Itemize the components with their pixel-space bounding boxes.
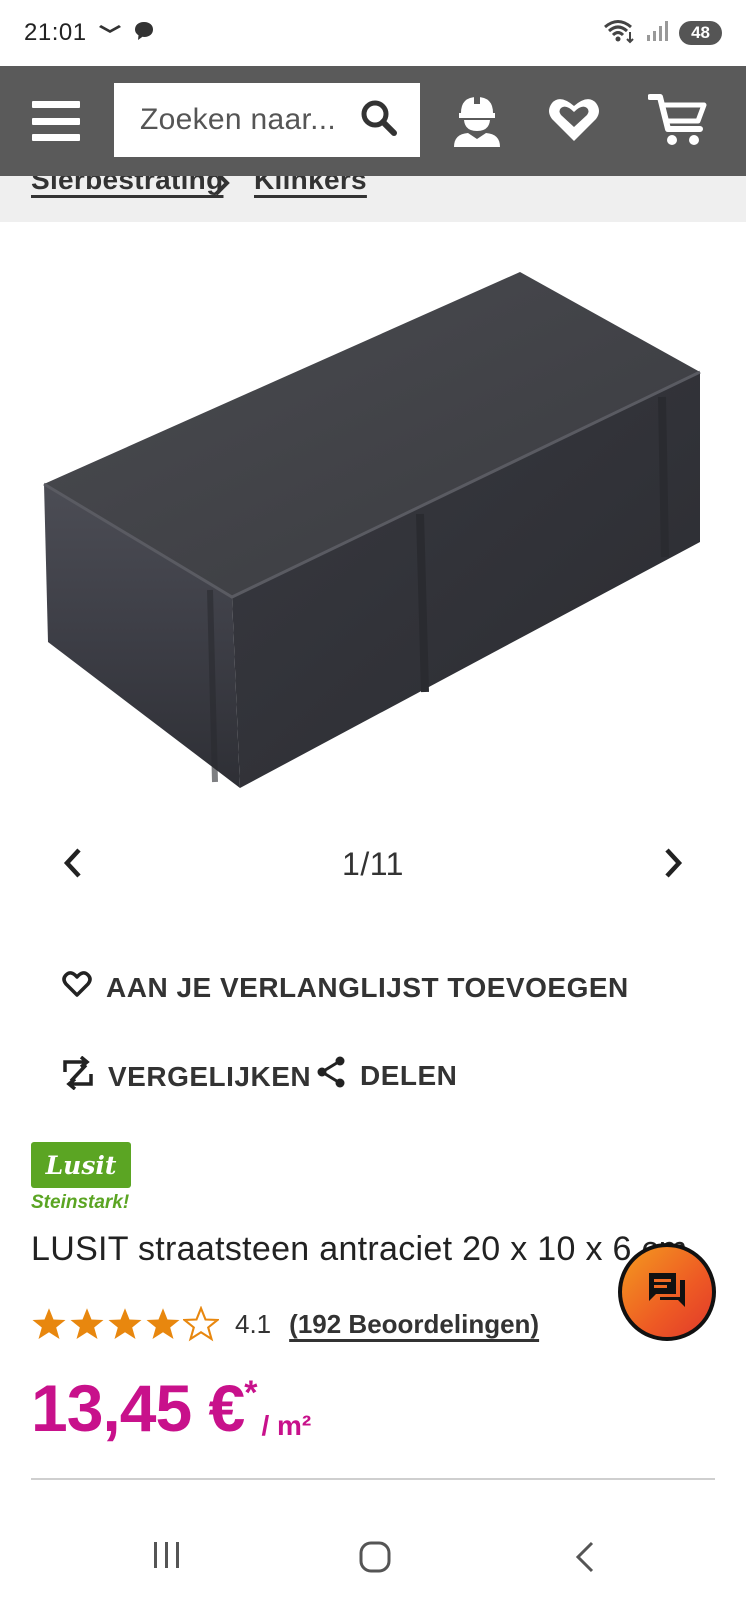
home-icon[interactable]	[358, 1540, 392, 1579]
star-filled-icon	[108, 1308, 142, 1339]
back-icon[interactable]	[572, 1540, 596, 1579]
rating-row: 4.1 (192 Beoordelingen)	[31, 1306, 539, 1342]
wishlist-icon[interactable]	[547, 93, 601, 150]
system-navigation-bar	[0, 1510, 746, 1600]
price-asterisk: *	[244, 1374, 258, 1412]
delivery-icon	[97, 23, 123, 44]
breadcrumb-item[interactable]: Klinkers	[254, 176, 367, 196]
account-icon[interactable]	[448, 91, 506, 154]
brand-tagline: Steinstark!	[31, 1192, 130, 1213]
wifi-icon	[603, 18, 637, 49]
chat-bubble-icon	[133, 20, 155, 47]
cart-icon[interactable]	[647, 91, 708, 154]
share-button[interactable]: DELEN	[316, 1056, 457, 1095]
search-box[interactable]	[114, 83, 420, 157]
product-image-gallery[interactable]	[0, 222, 746, 842]
product-image	[43, 272, 701, 788]
recent-apps-icon[interactable]	[152, 1540, 182, 1575]
top-navigation	[0, 66, 746, 176]
gallery-counter: 1/11	[342, 846, 404, 882]
brand-logo[interactable]: Lusit	[31, 1142, 131, 1188]
search-input[interactable]	[140, 103, 340, 137]
divider	[31, 1478, 715, 1480]
share-label: DELEN	[360, 1059, 458, 1091]
heart-outline-icon	[62, 970, 92, 1005]
rating-value: 4.1	[235, 1308, 272, 1339]
chat-icon	[646, 1270, 688, 1315]
wishlist-label: AAN JE VERLANGLIJST TOEVOEGEN	[106, 971, 629, 1003]
breadcrumb-item[interactable]: Sierbestrating	[31, 176, 223, 196]
add-to-wishlist-button[interactable]: AAN JE VERLANGLIJST TOEVOEGEN	[62, 970, 629, 1005]
compare-label: VERGELIJKEN	[108, 1060, 312, 1092]
search-icon[interactable]	[360, 99, 398, 142]
star-rating	[31, 1306, 219, 1342]
star-filled-icon	[70, 1308, 104, 1339]
reviews-link[interactable]: (192 Beoordelingen)	[289, 1309, 539, 1340]
star-filled-icon	[146, 1308, 180, 1339]
product-title: LUSIT straatsteen antraciet 20 x 10 x 6 …	[31, 1230, 688, 1268]
status-bar: 21:01 48	[0, 0, 746, 66]
battery-indicator: 48	[679, 21, 722, 45]
compare-button[interactable]: VERGELIJKEN	[62, 1055, 312, 1097]
price: 13,45 € * / m²	[31, 1370, 311, 1446]
share-icon	[316, 1056, 346, 1095]
price-unit: / m²	[261, 1410, 312, 1441]
star-filled-icon	[32, 1308, 66, 1339]
price-amount: 13,45 €	[31, 1371, 245, 1445]
signal-icon	[645, 19, 671, 48]
menu-icon[interactable]	[32, 101, 80, 141]
chat-button[interactable]	[618, 1243, 716, 1341]
chevron-right-icon	[212, 176, 232, 203]
status-time: 21:01	[24, 19, 87, 46]
chevron-right-icon[interactable]	[662, 846, 684, 885]
breadcrumb: Sierbestrating Klinkers	[0, 176, 746, 222]
compare-icon	[62, 1055, 94, 1097]
star-empty-icon	[183, 1306, 219, 1342]
gallery-controls: 1/11	[0, 840, 746, 896]
